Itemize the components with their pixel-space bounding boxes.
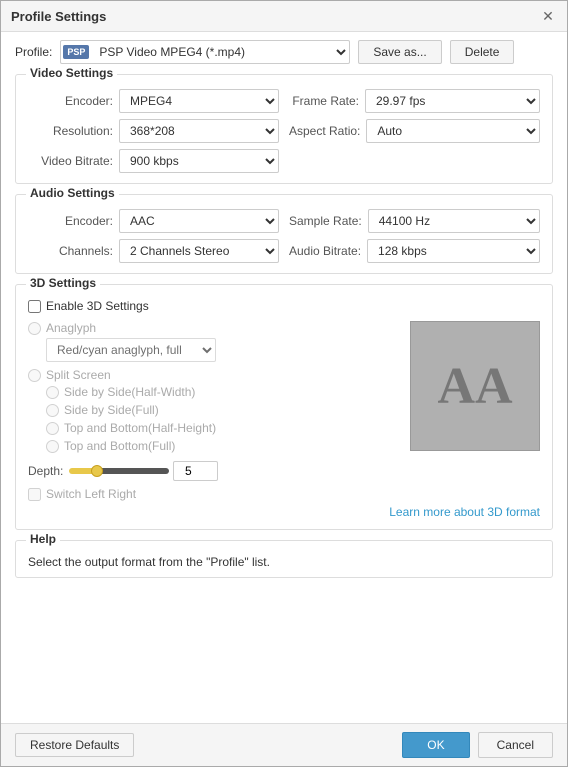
split-screen-label: Split Screen: [46, 368, 111, 382]
aspect-ratio-select[interactable]: Auto: [366, 119, 540, 143]
encoder-row: Encoder: MPEG4: [28, 89, 279, 113]
side-by-side-half-label: Side by Side(Half-Width): [64, 385, 195, 399]
close-button[interactable]: ✕: [539, 7, 557, 25]
depth-label: Depth:: [28, 464, 63, 478]
audio-encoder-row: Encoder: AAC: [28, 209, 279, 233]
side-by-side-half-row: Side by Side(Half-Width): [46, 385, 400, 399]
help-title: Help: [26, 532, 60, 546]
top-bottom-half-row: Top and Bottom(Half-Height): [46, 421, 400, 435]
switch-left-right-label: Switch Left Right: [46, 487, 136, 501]
dialog-body: Profile: PSP PSP Video MPEG4 (*.mp4) Sav…: [1, 32, 567, 723]
top-bottom-full-label: Top and Bottom(Full): [64, 439, 175, 453]
anaglyph-radio[interactable]: [28, 322, 41, 335]
frame-rate-select[interactable]: 29.97 fps: [365, 89, 540, 113]
top-bottom-full-radio[interactable]: [46, 440, 59, 453]
audio-encoder-label: Encoder:: [28, 214, 113, 228]
3d-settings-body: Enable 3D Settings Anaglyph Red/cyan ana…: [28, 299, 540, 519]
cancel-button[interactable]: Cancel: [478, 732, 553, 758]
encoder-select[interactable]: MPEG4: [119, 89, 279, 113]
profile-select[interactable]: PSP Video MPEG4 (*.mp4): [91, 41, 349, 63]
depth-row: Depth: 5: [28, 461, 400, 481]
enable-3d-label[interactable]: Enable 3D Settings: [46, 299, 149, 313]
dialog-title: Profile Settings: [11, 9, 106, 24]
switch-row: Switch Left Right: [28, 487, 400, 501]
3d-settings-title: 3D Settings: [26, 276, 100, 290]
depth-slider-track[interactable]: [69, 468, 169, 474]
audio-bitrate-row: Audio Bitrate: 128 kbps: [289, 239, 540, 263]
help-text: Select the output format from the "Profi…: [28, 555, 540, 569]
split-screen-radio[interactable]: [28, 369, 41, 382]
encoder-label: Encoder:: [28, 94, 113, 108]
footer-right: OK Cancel: [402, 732, 553, 758]
side-by-side-full-row: Side by Side(Full): [46, 403, 400, 417]
depth-slider-wrap: 5: [69, 461, 218, 481]
side-by-side-full-radio[interactable]: [46, 404, 59, 417]
side-by-side-half-radio[interactable]: [46, 386, 59, 399]
top-bottom-half-radio[interactable]: [46, 422, 59, 435]
title-bar: Profile Settings ✕: [1, 1, 567, 32]
preview-aa-text: AA: [437, 357, 512, 416]
aspect-ratio-label: Aspect Ratio:: [289, 124, 360, 138]
top-bottom-full-row: Top and Bottom(Full): [46, 439, 400, 453]
profile-select-wrap: PSP PSP Video MPEG4 (*.mp4): [60, 40, 350, 64]
depth-slider-thumb[interactable]: [91, 465, 103, 477]
audio-encoder-select[interactable]: AAC: [119, 209, 279, 233]
resolution-select[interactable]: 368*208: [119, 119, 279, 143]
switch-left-right-checkbox[interactable]: [28, 488, 41, 501]
audio-bitrate-select[interactable]: 128 kbps: [367, 239, 540, 263]
profile-label: Profile:: [15, 45, 52, 59]
profile-icon: PSP: [63, 45, 89, 59]
ok-button[interactable]: OK: [402, 732, 469, 758]
top-bottom-half-label: Top and Bottom(Half-Height): [64, 421, 216, 435]
side-by-side-full-label: Side by Side(Full): [64, 403, 159, 417]
split-screen-radio-row: Split Screen: [28, 368, 400, 382]
resolution-row: Resolution: 368*208: [28, 119, 279, 143]
3d-settings-section: 3D Settings Enable 3D Settings Anaglyph: [15, 284, 553, 530]
anaglyph-radio-row: Anaglyph: [28, 321, 400, 335]
enable-3d-checkbox[interactable]: [28, 300, 41, 313]
help-section: Help Select the output format from the "…: [15, 540, 553, 578]
sample-rate-select[interactable]: 44100 Hz: [368, 209, 540, 233]
save-as-button[interactable]: Save as...: [358, 40, 441, 64]
anaglyph-select[interactable]: Red/cyan anaglyph, full color: [46, 338, 216, 362]
video-settings-section: Video Settings Encoder: MPEG4 Frame Rate…: [15, 74, 553, 184]
video-settings-grid: Encoder: MPEG4 Frame Rate: 29.97 fps Res…: [28, 89, 540, 173]
enable-3d-row: Enable 3D Settings: [28, 299, 540, 313]
channels-row: Channels: 2 Channels Stereo: [28, 239, 279, 263]
video-bitrate-row: Video Bitrate: 900 kbps: [28, 149, 279, 173]
channels-label: Channels:: [28, 244, 113, 258]
anaglyph-label: Anaglyph: [46, 321, 96, 335]
dialog-footer: Restore Defaults OK Cancel: [1, 723, 567, 766]
frame-rate-row: Frame Rate: 29.97 fps: [289, 89, 540, 113]
sample-rate-row: Sample Rate: 44100 Hz: [289, 209, 540, 233]
3d-bottom-row: Learn more about 3D format: [28, 505, 540, 519]
video-bitrate-label: Video Bitrate:: [28, 154, 113, 168]
3d-split-layout: Anaglyph Red/cyan anaglyph, full color S…: [28, 321, 540, 501]
audio-settings-grid: Encoder: AAC Sample Rate: 44100 Hz Chann…: [28, 209, 540, 263]
restore-defaults-button[interactable]: Restore Defaults: [15, 733, 134, 757]
depth-input[interactable]: 5: [173, 461, 218, 481]
anaglyph-select-wrap: Red/cyan anaglyph, full color: [46, 338, 400, 362]
frame-rate-label: Frame Rate:: [289, 94, 359, 108]
audio-settings-title: Audio Settings: [26, 186, 119, 200]
channels-select[interactable]: 2 Channels Stereo: [119, 239, 279, 263]
aspect-ratio-row: Aspect Ratio: Auto: [289, 119, 540, 143]
video-bitrate-select[interactable]: 900 kbps: [119, 149, 279, 173]
3d-left-controls: Anaglyph Red/cyan anaglyph, full color S…: [28, 321, 400, 501]
audio-settings-section: Audio Settings Encoder: AAC Sample Rate:…: [15, 194, 553, 274]
profile-row: Profile: PSP PSP Video MPEG4 (*.mp4) Sav…: [15, 40, 553, 64]
learn-more-link[interactable]: Learn more about 3D format: [389, 505, 540, 519]
audio-bitrate-label: Audio Bitrate:: [289, 244, 361, 258]
3d-preview-box: AA: [410, 321, 540, 451]
sample-rate-label: Sample Rate:: [289, 214, 362, 228]
resolution-label: Resolution:: [28, 124, 113, 138]
delete-button[interactable]: Delete: [450, 40, 515, 64]
video-settings-title: Video Settings: [26, 66, 117, 80]
split-screen-options: Side by Side(Half-Width) Side by Side(Fu…: [46, 385, 400, 453]
profile-settings-dialog: Profile Settings ✕ Profile: PSP PSP Vide…: [0, 0, 568, 767]
